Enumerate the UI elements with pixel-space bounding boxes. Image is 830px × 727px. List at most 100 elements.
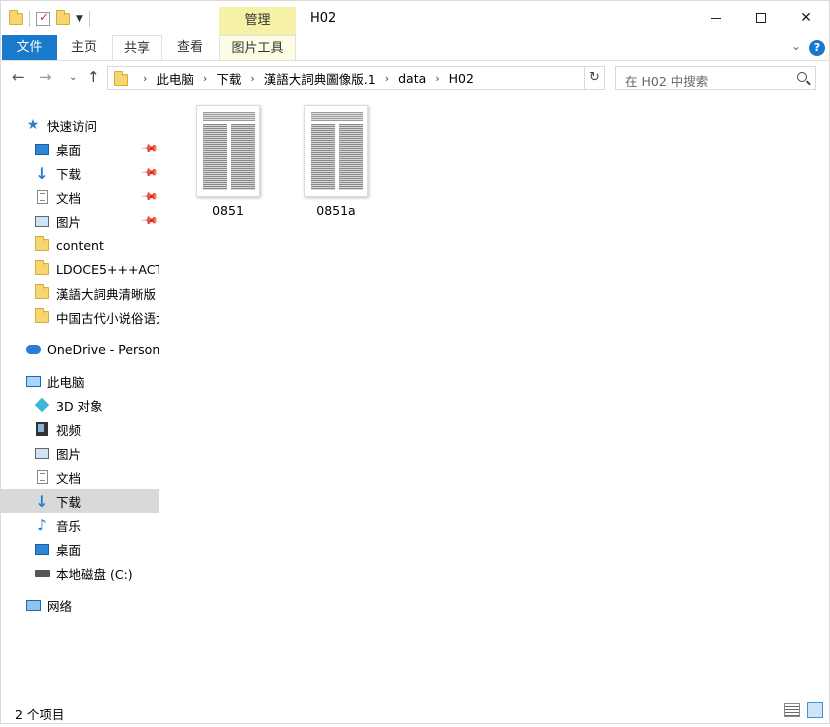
sidebar-item-content[interactable]: content <box>1 233 159 257</box>
minimize-icon <box>711 17 721 19</box>
breadcrumb-item[interactable]: H02 <box>449 71 474 86</box>
tab-view[interactable]: 查看 <box>165 35 215 60</box>
sidebar-item-documents-pc[interactable]: 文档 <box>1 465 159 489</box>
file-name: 0851 <box>212 203 244 218</box>
breadcrumb-item[interactable]: data <box>398 71 426 86</box>
chevron-right-icon[interactable]: › <box>435 72 439 85</box>
picture-icon <box>34 445 50 461</box>
sidebar-item-3d-objects[interactable]: 3D 对象 <box>1 393 159 417</box>
sidebar-item-videos[interactable]: 视频 <box>1 417 159 441</box>
sidebar-item-documents[interactable]: 文档 📌 <box>1 185 159 209</box>
folder-icon <box>34 284 50 301</box>
download-icon: ↓ <box>35 491 49 511</box>
tab-share[interactable]: 共享 <box>112 35 162 60</box>
image-thumbnail <box>304 105 368 197</box>
document-icon <box>34 189 50 205</box>
large-icons-view-icon[interactable] <box>807 702 823 718</box>
properties-icon[interactable] <box>36 10 50 26</box>
toolbar-separator <box>29 11 30 27</box>
breadcrumb-item[interactable]: 漢語大詞典圖像版.1 <box>264 69 376 88</box>
sidebar-item-ldoce[interactable]: LDOCE5+++ACTIV <box>1 257 159 281</box>
cube-icon <box>34 397 50 413</box>
tab-file[interactable]: 文件 <box>2 35 57 60</box>
pin-icon[interactable]: 📌 <box>140 139 159 158</box>
computer-icon <box>25 373 41 389</box>
recent-locations-button[interactable]: ⌄ <box>69 72 77 83</box>
navigation-pane: ★ 快速访问 桌面 📌 ↓ 下载 📌 文档 📌 图片 📌 content LDO… <box>1 111 159 691</box>
sidebar-item-label: 快速访问 <box>47 118 98 134</box>
sidebar-item-this-pc[interactable]: 此电脑 <box>1 369 159 393</box>
sidebar-item-label: 下载 <box>56 494 82 510</box>
pin-icon[interactable]: 📌 <box>140 211 159 230</box>
chevron-right-icon[interactable]: › <box>203 72 207 85</box>
back-button[interactable]: ← <box>12 68 25 86</box>
file-item[interactable]: 0851a <box>286 105 386 218</box>
new-folder-icon[interactable] <box>56 10 70 25</box>
expand-ribbon-icon[interactable]: ⌄ <box>791 39 801 53</box>
sidebar-item-label: 文档 <box>56 470 82 486</box>
sidebar-item-local-disk[interactable]: 本地磁盘 (C:) <box>1 561 159 585</box>
sidebar-item-label: OneDrive - Persona <box>47 341 159 357</box>
star-icon: ★ <box>26 117 40 133</box>
close-icon: ✕ <box>800 10 812 26</box>
refresh-button[interactable]: ↻ <box>585 66 605 90</box>
forward-button[interactable]: → <box>39 68 52 86</box>
sidebar-item-quick-access[interactable]: ★ 快速访问 <box>1 113 159 137</box>
close-button[interactable]: ✕ <box>783 1 829 35</box>
sidebar-item-desktop-pc[interactable]: 桌面 <box>1 537 159 561</box>
breadcrumb-item[interactable]: 下载 <box>216 69 241 88</box>
sidebar-item-downloads-pc[interactable]: ↓ 下载 <box>1 489 159 513</box>
sidebar-item-xiaoshuo[interactable]: 中国古代小说俗语大 <box>1 305 159 329</box>
sidebar-item-label: 视频 <box>56 422 82 438</box>
chevron-right-icon[interactable]: › <box>250 72 254 85</box>
sidebar-item-label: 网络 <box>47 598 73 614</box>
sidebar-item-music[interactable]: ♪ 音乐 <box>1 513 159 537</box>
chevron-right-icon[interactable]: › <box>385 72 389 85</box>
breadcrumb-item[interactable]: 此电脑 <box>156 69 194 88</box>
network-icon <box>25 597 41 613</box>
sidebar-item-label: 3D 对象 <box>56 398 103 414</box>
desktop-icon <box>34 141 50 157</box>
quick-access-toolbar: ▼ <box>9 9 90 29</box>
tab-picture-tools[interactable]: 图片工具 <box>219 35 296 60</box>
sidebar-item-hanyu[interactable]: 漢語大詞典清晰版 <box>1 281 159 305</box>
folder-icon <box>34 236 50 253</box>
music-note-icon: ♪ <box>37 516 47 534</box>
navigation-bar: ← → ⌄ ↑ › 此电脑 › 下载 › 漢語大詞典圖像版.1 › data ›… <box>1 62 829 94</box>
sidebar-item-network[interactable]: 网络 <box>1 593 159 617</box>
download-icon: ↓ <box>35 163 49 183</box>
sidebar-item-label: 此电脑 <box>47 374 85 390</box>
sidebar-item-desktop[interactable]: 桌面 📌 <box>1 137 159 161</box>
tab-home[interactable]: 主页 <box>59 35 109 60</box>
explorer-window: ▼ 管理 H02 ✕ 文件 主页 共享 查看 图片工具 ⌄ ? ← → ⌄ ↑ … <box>0 0 830 724</box>
sidebar-item-label: content <box>56 237 104 253</box>
sidebar-item-label: 图片 <box>56 214 82 230</box>
help-icon[interactable]: ? <box>809 40 825 56</box>
sidebar-item-downloads[interactable]: ↓ 下载 📌 <box>1 161 159 185</box>
film-icon <box>34 421 50 437</box>
sidebar-item-label: 漢語大詞典清晰版 <box>56 286 157 302</box>
sidebar-item-onedrive[interactable]: OneDrive - Persona <box>1 337 159 361</box>
maximize-button[interactable] <box>738 1 784 35</box>
sidebar-item-label: 音乐 <box>56 518 82 534</box>
sidebar-item-label: 桌面 <box>56 542 82 558</box>
drive-icon <box>34 565 50 581</box>
manage-context-tab[interactable]: 管理 <box>219 7 296 35</box>
details-view-icon[interactable] <box>784 703 800 717</box>
customize-toolbar-icon[interactable]: ▼ <box>76 14 83 24</box>
pin-icon[interactable]: 📌 <box>140 187 159 206</box>
sidebar-item-pictures[interactable]: 图片 📌 <box>1 209 159 233</box>
address-bar[interactable]: › 此电脑 › 下载 › 漢語大詞典圖像版.1 › data › H02 ⌄ <box>107 66 686 90</box>
file-item[interactable]: 0851 <box>178 105 278 218</box>
pin-icon[interactable]: 📌 <box>140 163 159 182</box>
breadcrumb: › 此电脑 › 下载 › 漢語大詞典圖像版.1 › data › H02 <box>134 67 474 89</box>
chevron-right-icon[interactable]: › <box>143 72 147 85</box>
search-input[interactable]: 在 H02 中搜索 <box>615 66 816 90</box>
folder-icon <box>34 260 50 277</box>
document-icon <box>34 469 50 485</box>
item-count: 2 个项目 <box>15 707 65 722</box>
sidebar-item-pictures-pc[interactable]: 图片 <box>1 441 159 465</box>
sidebar-item-label: 中国古代小说俗语大 <box>56 310 159 326</box>
up-button[interactable]: ↑ <box>87 68 100 86</box>
minimize-button[interactable] <box>693 1 739 35</box>
